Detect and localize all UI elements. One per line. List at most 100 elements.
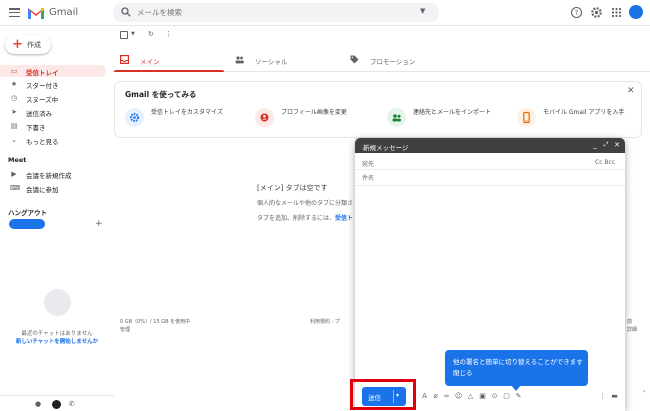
sidebar-item-label: 送信済み: [26, 110, 52, 118]
meet-join-meeting[interactable]: ⌨ 会議に参加: [0, 182, 106, 194]
hangouts-user-chip[interactable]: [9, 219, 45, 229]
tooltip-close-link[interactable]: 閉じる: [453, 368, 583, 379]
apps-grid-icon[interactable]: [610, 6, 623, 19]
search-icon[interactable]: [121, 7, 131, 17]
signature-pen-icon[interactable]: ✎: [514, 392, 523, 401]
sidebar-item-snoozed[interactable]: ◷ スヌーズ中: [0, 92, 106, 104]
customize-inbox-item[interactable]: 受信トレイをカスタマイズ: [115, 106, 239, 132]
sidebar-item-drafts[interactable]: ▤ 下書き: [0, 120, 106, 132]
tooltip-message: 他の署名と簡単に切り替えることができます: [453, 358, 583, 366]
close-compose-icon[interactable]: ✕: [613, 141, 621, 149]
trash-icon[interactable]: ▬: [610, 392, 619, 401]
attach-icon[interactable]: ⌀: [431, 392, 440, 401]
details-link[interactable]: 詳細: [627, 326, 637, 333]
side-panel: ›: [643, 0, 650, 411]
sidebar-item-label: 受信トレイ: [26, 69, 59, 77]
subject-input[interactable]: [362, 174, 612, 184]
import-contacts-item[interactable]: 連絡先とメールをインポート: [377, 106, 501, 132]
import-contacts-icon: [387, 108, 406, 127]
empty-tab-hint-text: タブを追加、削除するには、: [257, 215, 336, 222]
chevron-down-icon: ⌄: [11, 136, 17, 144]
card-item-label: プロフィール画像を変更: [281, 109, 347, 116]
hangouts-section-title: ハングアウト: [8, 209, 47, 217]
getting-started-card: Gmail を使ってみる ✕ 受信トレイをカスタマイズ プロフィール画像を変更 …: [114, 81, 642, 138]
top-bar: Gmail ▼ ?: [0, 0, 650, 26]
emoji-icon[interactable]: ☺: [454, 392, 463, 401]
sidebar-item-sent[interactable]: ➤ 送信済み: [0, 106, 106, 118]
sidebar-item-more[interactable]: ⌄ もっと見る: [0, 134, 106, 146]
settings-gear-icon[interactable]: [590, 6, 603, 19]
fullscreen-icon[interactable]: ⤢: [602, 141, 610, 149]
change-profile-item[interactable]: プロフィール画像を変更: [245, 106, 369, 132]
card-item-label: 連絡先とメールをインポート: [413, 109, 492, 116]
inbox-settings-link[interactable]: 受信ト: [335, 215, 353, 222]
confidential-icon[interactable]: ⊙: [490, 392, 499, 401]
compose-label: 作成: [27, 41, 41, 49]
cc-bcc-link[interactable]: Cc Bcc: [595, 159, 615, 166]
hangouts-icon[interactable]: [52, 400, 61, 409]
to-row: 宛先 Cc Bcc: [355, 156, 625, 170]
search-bar[interactable]: ▼: [113, 3, 439, 22]
compose-header[interactable]: 新規メッセージ _ ⤢ ✕: [355, 138, 625, 153]
more-compose-options-icon[interactable]: ⋮: [598, 392, 607, 401]
settings-icon: [125, 108, 144, 127]
sidebar-footer: ● ✆: [0, 395, 114, 411]
sidebar-item-label: もっと見る: [26, 138, 59, 146]
tooltip-text: 他の署名と簡単に切り替えることができます 閉じる: [453, 357, 583, 379]
text-format-icon[interactable]: A: [420, 392, 429, 401]
gmail-logo-icon[interactable]: [27, 6, 45, 19]
sidebar-item-label: スター付き: [26, 82, 59, 90]
person-icon[interactable]: ●: [35, 400, 43, 408]
send-highlight-box: [350, 379, 416, 410]
link-icon[interactable]: ∞: [442, 392, 451, 401]
photo-icon[interactable]: ▣: [478, 392, 487, 401]
phone-icon[interactable]: ✆: [69, 400, 77, 408]
last-activity-text: 前: [627, 319, 633, 325]
select-options-caret-icon[interactable]: ▼: [131, 30, 140, 39]
compose-button[interactable]: + 作成: [5, 35, 51, 54]
sidebar-item-inbox[interactable]: ▭ 受信トレイ: [0, 65, 106, 77]
search-input[interactable]: [137, 6, 417, 19]
to-input[interactable]: [379, 158, 579, 168]
getting-started-title: Gmail を使ってみる: [125, 90, 197, 99]
main-menu-icon[interactable]: [9, 8, 20, 18]
minimize-icon[interactable]: _: [591, 141, 599, 149]
send-icon: ➤: [11, 108, 17, 116]
search-options-icon[interactable]: ▼: [420, 7, 425, 15]
tab-social[interactable]: ソーシャル: [229, 48, 339, 72]
start-chat-link[interactable]: 新しいチャットを開始しませんか: [0, 337, 114, 345]
select-all-checkbox[interactable]: [120, 31, 128, 39]
meet-section-title: Meet: [8, 156, 27, 164]
clock-icon: ◷: [10, 94, 18, 102]
to-label: 宛先: [362, 161, 375, 168]
draft-icon: ▤: [10, 122, 18, 130]
close-icon[interactable]: ✕: [627, 86, 635, 96]
manage-storage-link[interactable]: 管理: [120, 326, 130, 333]
inbox-icon: [120, 55, 129, 64]
compose-plus-icon: +: [12, 37, 23, 52]
meet-item-label: 会議を新規作成: [26, 172, 72, 180]
help-icon[interactable]: ?: [570, 6, 583, 19]
tab-promotions[interactable]: プロモーション: [344, 48, 454, 72]
storage-usage: 0 GB（0%）/ 15 GB を使用中: [120, 319, 191, 325]
tab-primary[interactable]: メイン: [114, 48, 224, 72]
expand-panel-icon[interactable]: ›: [643, 388, 649, 398]
card-item-label: モバイル Gmail アプリを入手: [543, 109, 625, 116]
sidebar-item-starred[interactable]: ★ スター付き: [0, 78, 106, 90]
get-mobile-app-item[interactable]: モバイル Gmail アプリを入手: [507, 106, 631, 132]
account-avatar[interactable]: [629, 5, 643, 19]
more-options-icon[interactable]: ⋮: [165, 30, 174, 39]
profile-icon: [255, 108, 274, 127]
brand-name: Gmail: [49, 7, 79, 18]
meet-new-meeting[interactable]: ▶ 会議を新規作成: [0, 168, 106, 180]
empty-tab-title: [メイン] タブは空です: [257, 184, 328, 192]
compose-title: 新規メッセージ: [363, 144, 409, 152]
tab-label: メイン: [140, 58, 160, 66]
refresh-icon[interactable]: ↻: [148, 30, 157, 39]
lock-icon[interactable]: ▢: [502, 392, 511, 401]
people-icon: [235, 56, 244, 64]
terms-link[interactable]: 利用規約 · プ: [310, 318, 340, 325]
category-tabs: メイン ソーシャル プロモーション: [114, 48, 650, 72]
add-chat-icon[interactable]: +: [95, 219, 103, 229]
drive-icon[interactable]: △: [466, 392, 475, 401]
